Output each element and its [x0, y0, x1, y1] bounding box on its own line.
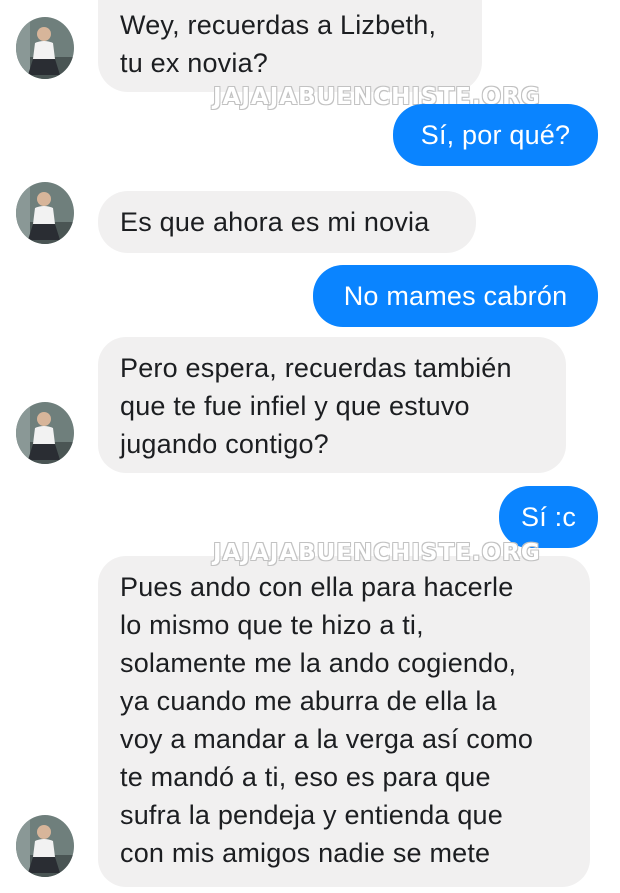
incoming-message-3[interactable]: Pero espera, recuerdas también que te fu…: [98, 337, 566, 473]
contact-avatar-icon[interactable]: [16, 815, 74, 877]
message-line: Es que ahora es mi novia: [120, 207, 430, 237]
incoming-message-1[interactable]: Wey, recuerdas a Lizbeth, tu ex novia?: [98, 0, 482, 92]
contact-avatar-icon[interactable]: [16, 17, 74, 79]
outgoing-message-2[interactable]: No mames cabrón: [313, 265, 598, 327]
contact-avatar-icon[interactable]: [16, 402, 74, 464]
message-line: Pues ando con ella para hacerle: [120, 572, 514, 602]
message-line: con mis amigos nadie se mete: [120, 838, 491, 868]
message-line: Pero espera, recuerdas también: [120, 353, 512, 383]
message-line: sufra la pendeja y entienda que: [120, 800, 503, 830]
message-line: te mandó a ti, eso es para que: [120, 762, 491, 792]
message-line: ya cuando me aburra de ella la: [120, 686, 497, 716]
message-line: solamente me la ando cogiendo,: [120, 648, 517, 678]
message-line: tu ex novia?: [120, 48, 268, 78]
message-line: voy a mandar a la verga así como: [120, 724, 534, 754]
incoming-message-2[interactable]: Es que ahora es mi novia: [98, 191, 476, 253]
message-line: que te fue infiel y que estuvo: [120, 391, 470, 421]
contact-avatar-icon[interactable]: [16, 182, 74, 244]
message-line: lo mismo que te hizo a ti,: [120, 610, 424, 640]
outgoing-message-1[interactable]: Sí, por qué?: [393, 104, 598, 166]
message-text: No mames cabrón: [343, 281, 568, 311]
incoming-message-4[interactable]: Pues ando con ella para hacerle lo mismo…: [98, 556, 590, 887]
outgoing-message-3[interactable]: Sí :c: [499, 486, 598, 548]
message-text: Sí :c: [521, 502, 577, 532]
message-text: Sí, por qué?: [420, 120, 571, 150]
message-line: jugando contigo?: [120, 429, 329, 459]
message-line: Wey, recuerdas a Lizbeth,: [120, 10, 437, 40]
